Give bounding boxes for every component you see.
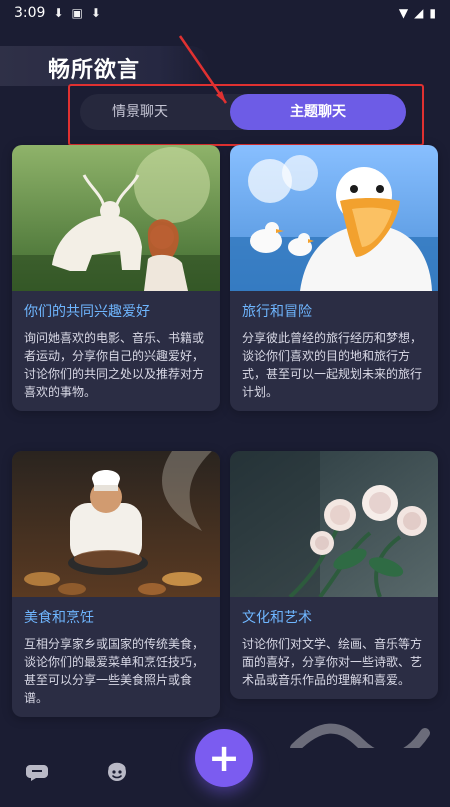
duck-image: [230, 145, 438, 291]
status-left: 3:09 ⬇ ▣ ⬇: [14, 5, 101, 21]
annotation-box: [68, 84, 424, 146]
card-title: 文化和艺术: [242, 610, 312, 626]
wifi-icon: ▼: [398, 6, 409, 20]
download-icon: ⬇: [53, 6, 64, 20]
deer-woman-image: [12, 145, 220, 291]
download-icon: ⬇: [90, 6, 101, 20]
plus-icon: +: [208, 736, 240, 780]
a-box-icon: ▣: [71, 6, 83, 20]
topic-card-food[interactable]: 美食和烹饪 互相分享家乡或国家的传统美食，谈论你们的最爱菜单和烹饪技巧，甚至可以…: [12, 451, 220, 717]
card-title: 旅行和冒险: [242, 304, 312, 320]
chef-image: [12, 451, 220, 597]
add-button[interactable]: +: [195, 729, 253, 787]
card-desc: 互相分享家乡或国家的传统美食，谈论你们的最爱菜单和烹饪技巧，甚至可以分享一些美食…: [24, 637, 205, 705]
battery-icon: ▮: [429, 6, 436, 20]
signal-icon: ◢: [414, 6, 424, 20]
page-title: 畅所欲言: [48, 58, 141, 83]
status-right: ▼ ◢ ▮: [399, 6, 436, 20]
card-desc: 分享彼此曾经的旅行经历和梦想，谈论你们喜欢的目的地和旅行方式，甚至可以一起规划未…: [242, 331, 423, 399]
topic-card-travel[interactable]: 旅行和冒险 分享彼此曾经的旅行经历和梦想，谈论你们喜欢的目的地和旅行方式，甚至可…: [230, 145, 438, 411]
topic-card-interests[interactable]: 你们的共同兴趣爱好 询问她喜欢的电影、音乐、书籍或者运动，分享你自己的兴趣爱好，…: [12, 145, 220, 411]
topic-card-culture[interactable]: 文化和艺术 讨论你们对文学、绘画、音乐等方面的喜好，分享你对一些诗歌、艺术品或音…: [230, 451, 438, 699]
roses-image: [230, 451, 438, 599]
card-desc: 讨论你们对文学、绘画、音乐等方面的喜好，分享你对一些诗歌、艺术品或音乐作品的理解…: [242, 637, 423, 687]
status-bar: 3:09 ⬇ ▣ ⬇ ▼ ◢ ▮: [0, 0, 450, 26]
card-desc: 询问她喜欢的电影、音乐、书籍或者运动，分享你自己的兴趣爱好，讨论你们的共同之处以…: [24, 331, 205, 399]
persona-icon[interactable]: [102, 758, 132, 788]
card-title: 你们的共同兴趣爱好: [24, 304, 150, 320]
card-title: 美食和烹饪: [24, 610, 94, 626]
status-time: 3:09: [14, 5, 46, 21]
chat-icon[interactable]: [24, 758, 54, 788]
